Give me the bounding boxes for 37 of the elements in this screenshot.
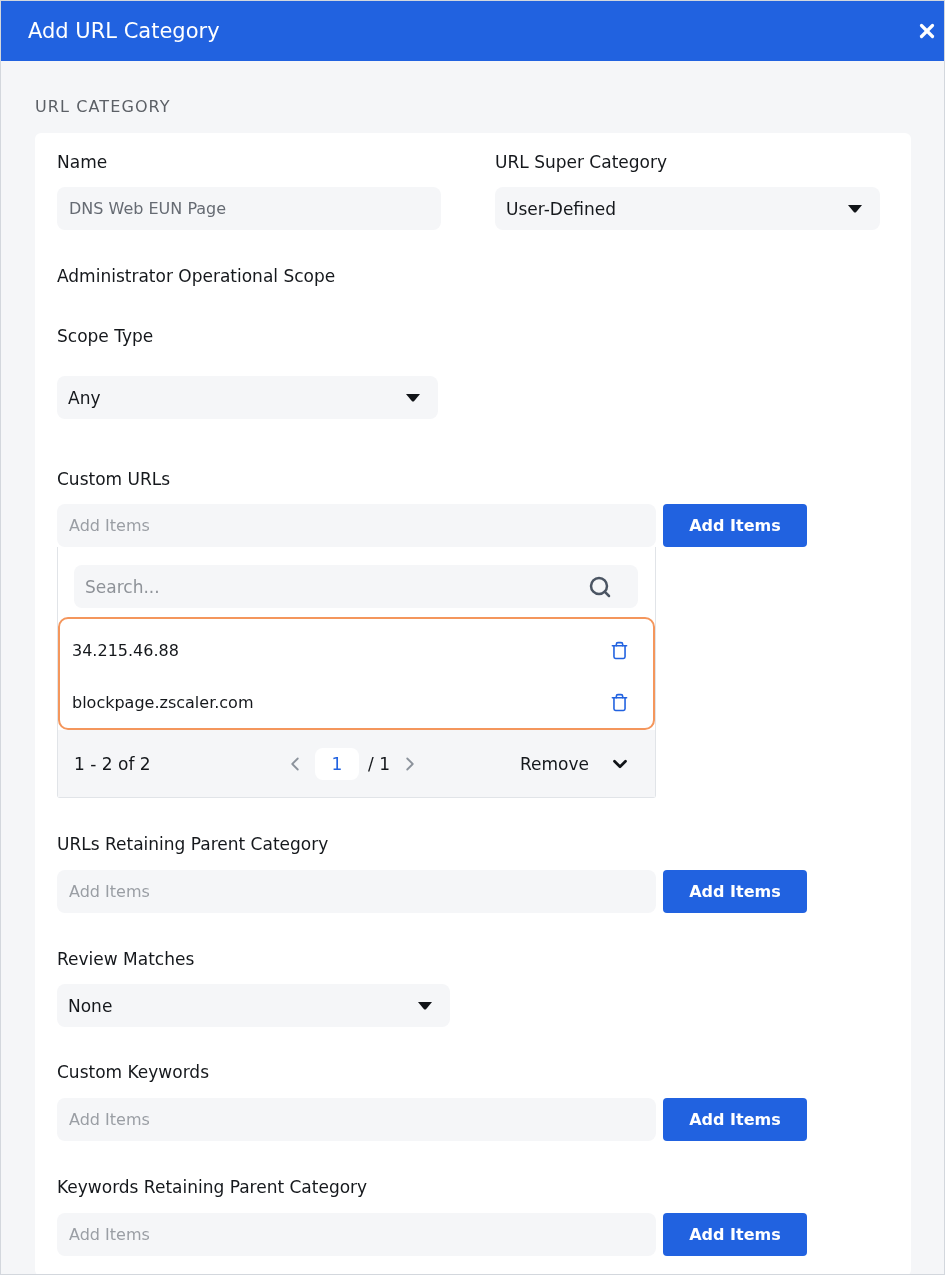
input-field[interactable]: Add Items: [57, 870, 656, 913]
select-field[interactable]: User-Defined: [495, 187, 880, 230]
field-label: Custom URLs: [57, 469, 171, 489]
add-items-button[interactable]: Add Items: [663, 1213, 807, 1256]
input-field[interactable]: Add Items: [57, 1098, 656, 1141]
field-label: Keywords Retaining Parent Category: [57, 1177, 368, 1197]
section-heading: Administrator Operational Scope: [57, 266, 336, 286]
field-label: Review Matches: [57, 949, 195, 969]
trash-icon: [610, 640, 629, 660]
input-field[interactable]: Add Items: [57, 504, 656, 547]
url-text: 34.215.46.88: [72, 640, 179, 660]
page-total: / 1: [368, 753, 390, 774]
caret-icon: [848, 204, 862, 213]
select-field[interactable]: None: [57, 984, 450, 1027]
caret-icon: [418, 1001, 432, 1010]
url-text: blockpage.zscaler.com: [72, 692, 254, 712]
field-label: URL Super Category: [495, 152, 667, 172]
field-label: Custom Keywords: [57, 1062, 209, 1082]
remove-dropdown[interactable]: Remove: [520, 752, 631, 775]
field-label: Name: [57, 152, 108, 172]
add-items-button[interactable]: Add Items: [663, 870, 807, 913]
add-items-button[interactable]: Add Items: [663, 504, 807, 547]
search-field[interactable]: Search...: [74, 565, 638, 608]
input-field[interactable]: Add Items: [57, 1213, 656, 1256]
field-label: Scope Type: [57, 326, 154, 346]
section-title: URL CATEGORY: [35, 97, 171, 117]
trash-icon: [610, 692, 629, 712]
dialog-title: Add URL Category: [28, 19, 220, 43]
field-label: URLs Retaining Parent Category: [57, 834, 329, 854]
select-field[interactable]: Any: [57, 376, 438, 419]
page-summary: 1 - 2 of 2: [74, 753, 151, 774]
caret-icon: [406, 393, 420, 402]
delete-button[interactable]: [610, 692, 629, 712]
page-input[interactable]: 1: [315, 747, 359, 780]
add-items-button[interactable]: Add Items: [663, 1098, 807, 1141]
search-icon: [588, 575, 612, 599]
delete-button[interactable]: [610, 640, 629, 660]
